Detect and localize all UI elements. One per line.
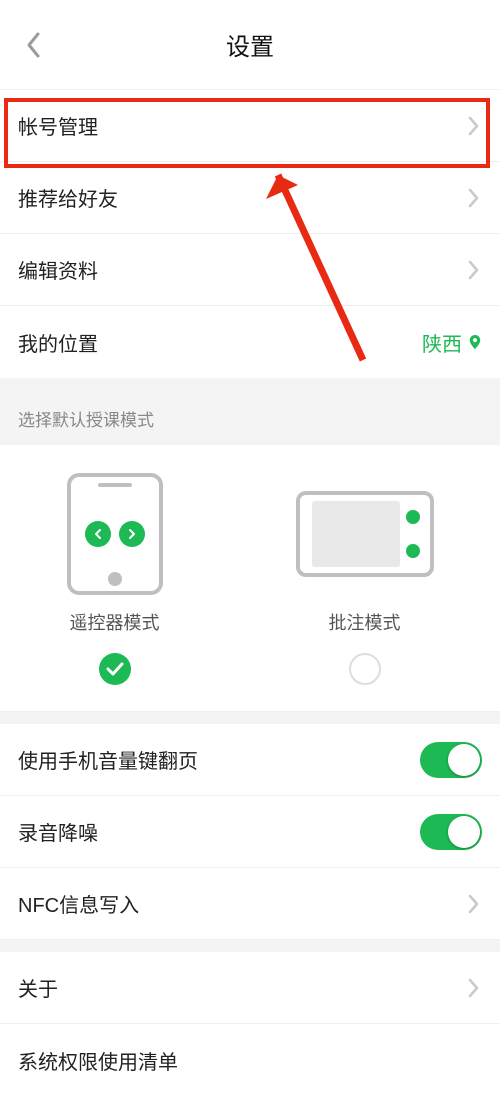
- back-button[interactable]: [14, 25, 54, 65]
- toggle-noise-reduce[interactable]: [420, 814, 482, 850]
- chevron-right-icon: [466, 186, 482, 210]
- location-pin-icon: [468, 335, 482, 349]
- chevron-right-icon: [466, 258, 482, 282]
- page-title: 设置: [226, 27, 274, 62]
- row-label: 我的位置: [18, 328, 98, 357]
- row-label: 录音降噪: [18, 817, 98, 846]
- mode-selector: 遥控器模式 批注模式: [0, 445, 500, 712]
- row-about[interactable]: 关于: [0, 952, 500, 1024]
- header: 设置: [0, 0, 500, 90]
- row-label: NFC信息写入: [18, 889, 139, 918]
- mode-annotate[interactable]: 批注模式: [296, 473, 434, 685]
- row-label: 系统权限使用清单: [18, 1046, 178, 1075]
- row-my-location[interactable]: 我的位置 陕西: [0, 306, 500, 378]
- row-label: 推荐给好友: [18, 183, 118, 212]
- row-edit-profile[interactable]: 编辑资料: [0, 234, 500, 306]
- location-value: 陕西: [422, 328, 462, 357]
- annotate-tablet-icon: [296, 491, 434, 577]
- row-label: 帐号管理: [18, 111, 98, 140]
- row-label: 使用手机音量键翻页: [18, 745, 198, 774]
- mode-remote-label: 遥控器模式: [70, 609, 160, 635]
- row-label: 编辑资料: [18, 255, 98, 284]
- chevron-right-icon: [466, 892, 482, 916]
- chevron-right-icon: [466, 976, 482, 1000]
- row-recommend[interactable]: 推荐给好友: [0, 162, 500, 234]
- section-mode-label: 选择默认授课模式: [0, 378, 500, 445]
- row-label: 关于: [18, 973, 58, 1002]
- row-nfc[interactable]: NFC信息写入: [0, 868, 500, 940]
- mode-remote[interactable]: 遥控器模式: [67, 473, 163, 685]
- row-permissions[interactable]: 系统权限使用清单: [0, 1024, 500, 1096]
- chevron-left-icon: [25, 31, 43, 59]
- chevron-right-icon: [466, 114, 482, 138]
- row-noise-reduce: 录音降噪: [0, 796, 500, 868]
- mode-annotate-label: 批注模式: [329, 609, 401, 635]
- toggle-volume-page[interactable]: [420, 742, 482, 778]
- row-volume-page: 使用手机音量键翻页: [0, 724, 500, 796]
- radio-checked-icon: [99, 653, 131, 685]
- remote-phone-icon: [67, 473, 163, 595]
- radio-unchecked-icon: [349, 653, 381, 685]
- row-account[interactable]: 帐号管理: [0, 90, 500, 162]
